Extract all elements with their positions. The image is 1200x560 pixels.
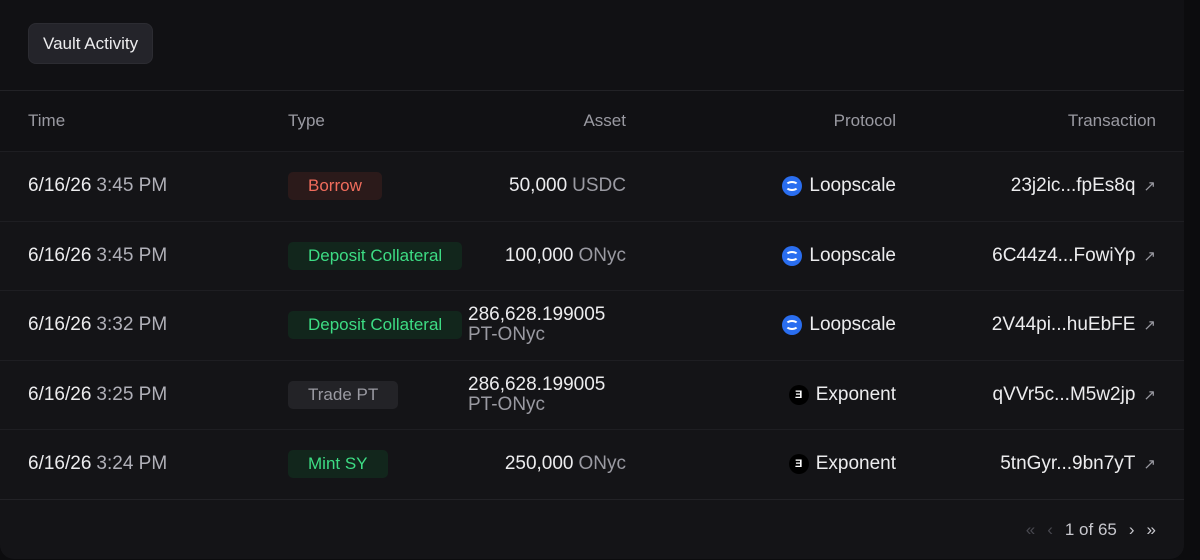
time-cell: 6/16/26 3:24 PM [28, 430, 167, 499]
type-cell: Mint SY [288, 430, 388, 499]
page-edge [1184, 0, 1200, 559]
exponent-logo-icon: Ǝ [788, 384, 809, 405]
date-text: 6/16/26 [28, 453, 92, 475]
external-link-icon[interactable]: ↗ [1143, 455, 1156, 473]
last-page-icon[interactable]: » [1147, 520, 1156, 540]
asset-unit: ONyc [578, 453, 627, 475]
protocol-cell: Loopscale [782, 152, 896, 221]
loopscale-logo-icon [782, 176, 803, 197]
first-page-icon[interactable]: « [1026, 520, 1035, 540]
loopscale-logo-icon [782, 315, 803, 336]
tx-hash[interactable]: 5tnGyr...9bn7yT [1000, 453, 1135, 475]
protocol-cell: Loopscale [782, 291, 896, 360]
clock-text: 3:25 PM [96, 383, 168, 405]
type-cell: Deposit Collateral [288, 222, 463, 291]
time-cell: 6/16/26 3:25 PM [28, 361, 167, 430]
external-link-icon[interactable]: ↗ [1143, 316, 1156, 334]
protocol-cell: Ǝ Exponent [788, 361, 896, 430]
date-text: 6/16/26 [28, 175, 92, 197]
table-row: 6/16/26 3:32 PM Deposit Collateral 286,62… [0, 290, 1184, 360]
table-footer: « ‹ 1 of 65 › » [0, 499, 1184, 559]
time-cell: 6/16/26 3:45 PM [28, 222, 167, 291]
asset-cell: 286,628.199005 PT-ONyc [468, 291, 605, 360]
table-row: 6/16/26 3:45 PM Borrow 50,000 USDC Loopsca… [0, 151, 1184, 221]
protocol-cell: Loopscale [782, 222, 896, 291]
asset-amount: 50,000 [509, 175, 568, 197]
asset-unit: ONyc [578, 244, 627, 266]
vault-activity-panel: Vault Activity Time Type Asset Protocol … [0, 0, 1184, 559]
time-cell: 6/16/26 3:45 PM [28, 152, 167, 221]
asset-amount: 286,628.199005 [468, 304, 606, 326]
asset-unit: PT-ONyc [468, 324, 546, 346]
tx-hash[interactable]: 23j2ic...fpEs8q [1011, 175, 1136, 197]
clock-text: 3:45 PM [96, 175, 168, 197]
type-badge-deposit: Deposit Collateral [288, 311, 463, 340]
external-link-icon[interactable]: ↗ [1143, 386, 1156, 404]
col-transaction: Transaction [1067, 111, 1156, 130]
transaction-link[interactable]: 6C44z4...FowiYp ↗ [992, 222, 1156, 291]
tx-hash[interactable]: qVVr5c...M5w2jp [993, 384, 1136, 406]
panel-header: Vault Activity [0, 0, 1184, 90]
transaction-link[interactable]: qVVr5c...M5w2jp ↗ [993, 361, 1157, 430]
asset-unit: USDC [572, 175, 626, 197]
type-badge-deposit: Deposit Collateral [288, 241, 463, 270]
transaction-link[interactable]: 5tnGyr...9bn7yT ↗ [1000, 430, 1156, 499]
tx-hash[interactable]: 6C44z4...FowiYp [992, 245, 1135, 267]
clock-text: 3:24 PM [96, 453, 168, 475]
prev-page-icon[interactable]: ‹ [1047, 520, 1053, 540]
type-badge-mint: Mint SY [288, 450, 388, 479]
asset-unit: PT-ONyc [468, 393, 546, 415]
pagination: « ‹ 1 of 65 › » [1026, 500, 1156, 560]
external-link-icon[interactable]: ↗ [1143, 247, 1156, 265]
external-link-icon[interactable]: ↗ [1143, 177, 1156, 195]
type-cell: Borrow [288, 152, 382, 221]
transaction-link[interactable]: 2V44pi...huEbFE ↗ [992, 291, 1156, 360]
protocol-name: Loopscale [809, 244, 896, 266]
protocol-name: Loopscale [809, 175, 896, 197]
date-text: 6/16/26 [28, 314, 92, 336]
date-text: 6/16/26 [28, 383, 92, 405]
next-page-icon[interactable]: › [1129, 520, 1135, 540]
asset-cell: 100,000 ONyc [505, 222, 626, 291]
asset-cell: 50,000 USDC [509, 152, 626, 221]
type-badge-trade: Trade PT [288, 380, 399, 409]
vault-activity-tab[interactable]: Vault Activity [28, 23, 154, 64]
asset-cell: 250,000 ONyc [505, 430, 626, 499]
time-cell: 6/16/26 3:32 PM [28, 291, 167, 360]
type-badge-borrow: Borrow [288, 172, 382, 201]
type-cell: Trade PT [288, 361, 399, 430]
table-row: 6/16/26 3:25 PM Trade PT 286,628.199005 PT… [0, 359, 1184, 430]
exponent-logo-icon: Ǝ [788, 454, 809, 475]
protocol-name: Exponent [815, 383, 896, 405]
page-indicator: 1 of 65 [1064, 520, 1117, 539]
asset-amount: 286,628.199005 [468, 373, 606, 395]
col-type: Type [288, 111, 325, 130]
col-protocol: Protocol [833, 111, 896, 130]
asset-amount: 100,000 [504, 244, 574, 266]
col-asset: Asset [583, 111, 626, 130]
clock-text: 3:45 PM [96, 244, 168, 266]
asset-cell: 286,628.199005 PT-ONyc [468, 361, 605, 430]
protocol-name: Loopscale [809, 314, 896, 336]
tx-hash[interactable]: 2V44pi...huEbFE [992, 314, 1136, 336]
protocol-cell: Ǝ Exponent [788, 430, 896, 499]
protocol-name: Exponent [815, 453, 896, 475]
transaction-link[interactable]: 23j2ic...fpEs8q ↗ [1011, 152, 1156, 221]
table-row: 6/16/26 3:24 PM Mint SY 250,000 ONyc Ǝ Expo… [0, 429, 1184, 499]
clock-text: 3:32 PM [96, 314, 168, 336]
type-cell: Deposit Collateral [288, 291, 463, 360]
table-row: 6/16/26 3:45 PM Deposit Collateral 100,00… [0, 220, 1184, 291]
col-time: Time [28, 111, 66, 130]
table-header: Time Type Asset Protocol Transaction [0, 91, 1184, 151]
date-text: 6/16/26 [28, 244, 92, 266]
asset-amount: 250,000 [504, 453, 574, 475]
loopscale-logo-icon [782, 245, 803, 266]
